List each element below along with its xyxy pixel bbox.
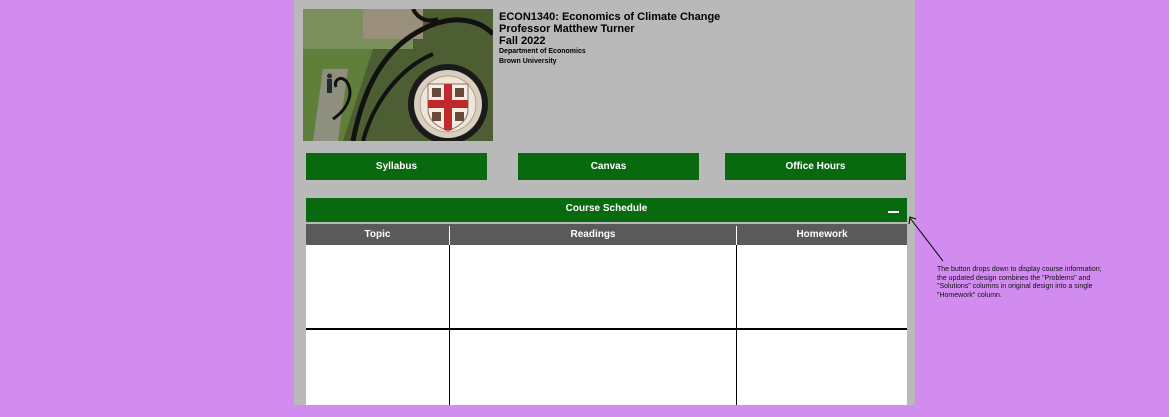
annotation-arrow-icon	[908, 216, 944, 262]
design-annotation-note: The button drops down to display course …	[937, 266, 1102, 299]
